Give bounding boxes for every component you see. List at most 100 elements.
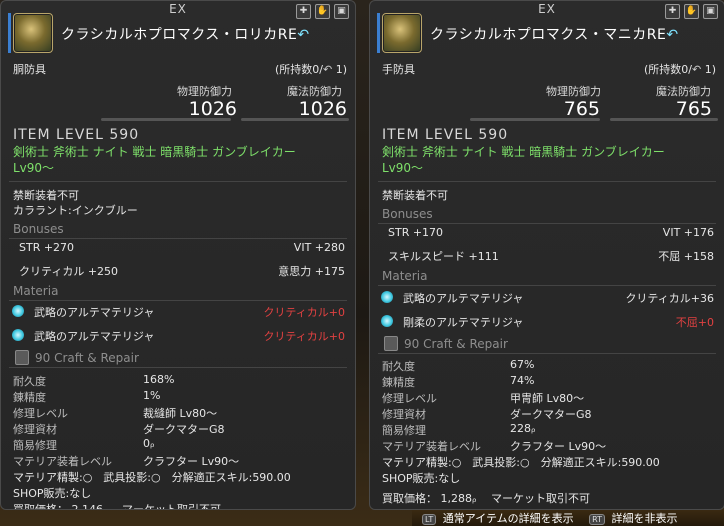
craft-repair-title: 90 Craft & Repair <box>404 337 508 351</box>
bonus-name: STR +170 <box>388 226 444 239</box>
hint-show-details[interactable]: 通常アイテムの詳細を表示 <box>443 512 574 525</box>
craft-repair-title: 90 Craft & Repair <box>35 351 139 365</box>
craft-value: 67% <box>510 358 535 371</box>
market-icon[interactable]: ▣ <box>703 4 718 19</box>
craft-label: マテリア装着レベル <box>382 440 481 453</box>
materia-effect: クリティカル+36 <box>625 292 714 305</box>
owned-label: (所持数0/ <box>274 63 323 76</box>
item-name: クラシカルホプロマクス・ロリカRE↶ <box>61 24 310 44</box>
bonuses-title: Bonuses <box>13 222 64 236</box>
craft-label: 修理レベル <box>13 407 68 420</box>
materia-icon[interactable] <box>381 291 393 303</box>
item-level: ITEM LEVEL 590 <box>13 127 140 143</box>
bonuses-title: Bonuses <box>382 207 433 221</box>
compare-icon[interactable]: ✚ <box>296 4 311 19</box>
bonus-value: VIT +176 <box>662 226 714 239</box>
separator <box>9 367 347 368</box>
craft-label: 耐久度 <box>13 375 46 388</box>
sell-price: 買取価格： 1,288ᵨ マーケット取引不可 <box>382 492 591 505</box>
rarity-bar <box>377 13 380 53</box>
materia-icon[interactable] <box>12 329 24 341</box>
job-list: 剣術士 斧術士 ナイト 戦士 暗黒騎士 ガンブレイカー Lv90〜 <box>382 144 712 176</box>
spiritbond-icon: ↶ <box>297 27 310 43</box>
craft-label: 修理資材 <box>13 423 57 436</box>
physical-defense-value: 765 <box>563 98 600 120</box>
compare-icon[interactable]: ✚ <box>665 4 680 19</box>
separator <box>378 285 716 286</box>
bonus-value: VIT +280 <box>293 241 345 254</box>
market-icon[interactable]: ▣ <box>334 4 349 19</box>
craft-value: 168% <box>143 373 175 386</box>
bonus-name: スキルスピード +111 <box>388 250 499 263</box>
hq-icon: ↶ <box>322 63 333 76</box>
tooltip-tool-icons: ✚ ✋ ▣ <box>665 4 718 19</box>
tooltip-tool-icons: ✚ ✋ ▣ <box>296 4 349 19</box>
item-tooltip-right: EX ✚ ✋ ▣ クラシカルホプロマクス・マニカRE↶ 手防具 (所持数0/↶ … <box>369 0 724 510</box>
item-name-text: クラシカルホプロマクス・ロリカRE <box>61 27 298 43</box>
physical-defense-value: 1026 <box>188 98 237 120</box>
craft-label: 修理レベル <box>382 392 437 405</box>
restriction-text: 禁断装着不可 <box>13 189 79 202</box>
job-names: 剣術士 斧術士 ナイト 戦士 暗黒騎士 ガンブレイカー <box>13 145 296 159</box>
craft-value: 裁縫師 Lv80〜 <box>143 407 218 420</box>
owned-number: 1) <box>704 63 716 76</box>
shop-sale: SHOP販売:なし <box>382 472 461 485</box>
hand-icon[interactable]: ✋ <box>315 4 330 19</box>
item-level: ITEM LEVEL 590 <box>382 127 509 143</box>
craft-value: 0ᵨ <box>143 437 155 450</box>
owned-label: (所持数0/ <box>643 63 692 76</box>
level-requirement: Lv90〜 <box>382 161 424 175</box>
craft-value: クラフター Lv90〜 <box>510 440 607 453</box>
materia-title: Materia <box>382 269 428 283</box>
materia-title: Materia <box>13 284 59 298</box>
materia-effect: クリティカル+0 <box>263 306 345 319</box>
physical-defense-label: 物理防御力 <box>177 85 232 98</box>
item-category: 胴防具 <box>13 63 46 76</box>
magic-defense-label: 魔法防御力 <box>656 85 711 98</box>
hand-icon[interactable]: ✋ <box>684 4 699 19</box>
bonus-name: クリティカル +250 <box>19 265 119 278</box>
craft-value: 甲冑師 Lv80〜 <box>510 392 585 405</box>
craft-value: ダークマターG8 <box>143 423 225 436</box>
physical-defense-label: 物理防御力 <box>546 85 601 98</box>
materia-name: 剛柔のアルテマテリジャ <box>403 316 524 329</box>
magic-defense-value: 765 <box>675 98 712 120</box>
repair-icon <box>384 336 398 351</box>
craft-value: クラフター Lv90〜 <box>143 455 240 468</box>
materia-icon[interactable] <box>12 305 24 317</box>
craft-value: 228ᵨ <box>510 422 536 435</box>
property-flags: マテリア精製:○ 武具投影:○ 分解適正スキル:590.00 <box>382 456 660 469</box>
restriction-text: 禁断装着不可 <box>382 189 448 202</box>
materia-name: 武略のアルテマテリジャ <box>403 292 524 305</box>
sell-price: 買取価格： 2,146ᵨ マーケット取引不可 <box>13 503 222 510</box>
materia-icon[interactable] <box>381 315 393 327</box>
rarity-bar <box>8 13 11 53</box>
control-hint-bar: LT 通常アイテムの詳細を表示 RT 詳細を非表示 <box>412 510 724 526</box>
physical-defense-bar <box>470 118 600 121</box>
job-list: 剣術士 斧術士 ナイト 戦士 暗黒騎士 ガンブレイカー Lv90〜 <box>13 144 343 176</box>
owned-count: (所持数0/↶ 1) <box>275 61 347 77</box>
craft-value: 74% <box>510 374 535 387</box>
item-name-text: クラシカルホプロマクス・マニカRE <box>430 27 667 43</box>
separator <box>378 223 716 224</box>
lt-button-icon: LT <box>422 514 437 525</box>
repair-icon <box>15 350 29 365</box>
craft-label: 耐久度 <box>382 360 415 373</box>
hint-hide-details[interactable]: 詳細を非表示 <box>612 512 678 525</box>
separator <box>378 181 716 182</box>
materia-name: 武略のアルテマテリジャ <box>34 306 155 319</box>
craft-label: 錬精度 <box>382 376 415 389</box>
separator <box>9 300 347 301</box>
level-requirement: Lv90〜 <box>13 161 55 175</box>
item-icon[interactable] <box>13 13 53 53</box>
craft-label: マテリア装着レベル <box>13 455 112 468</box>
owned-number: 1) <box>335 63 347 76</box>
item-icon[interactable] <box>382 13 422 53</box>
magic-defense-bar <box>241 118 349 121</box>
materia-effect: クリティカル+0 <box>263 330 345 343</box>
shop-sale: SHOP販売:なし <box>13 487 92 500</box>
job-names: 剣術士 斧術士 ナイト 戦士 暗黒騎士 ガンブレイカー <box>382 145 665 159</box>
owned-count: (所持数0/↶ 1) <box>644 61 716 77</box>
separator <box>9 238 347 239</box>
item-category: 手防具 <box>382 63 415 76</box>
